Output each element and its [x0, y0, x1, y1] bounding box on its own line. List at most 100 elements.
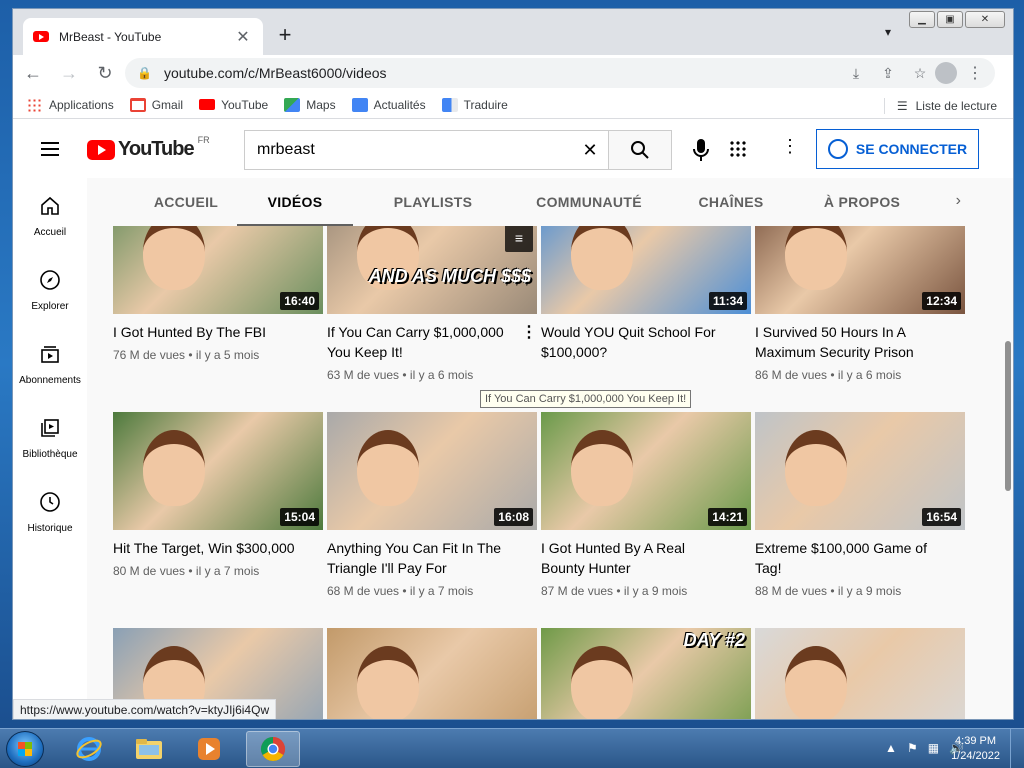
video-thumbnail[interactable]: 16:08 — [327, 412, 537, 530]
apps-grid-icon — [27, 97, 43, 112]
search-box[interactable]: ✕ — [244, 130, 609, 170]
sidebar-item-abonnements[interactable]: Abonnements — [13, 326, 87, 400]
video-card[interactable] — [755, 628, 965, 719]
video-title[interactable]: Hit The Target, Win $300,000 — [113, 538, 323, 558]
sign-in-button[interactable]: SE CONNECTER — [816, 129, 979, 169]
video-title[interactable]: I Survived 50 Hours In A Maximum Securit… — [755, 322, 965, 362]
sidebar-label: Historique — [27, 523, 73, 534]
bookmark-applications[interactable]: Applications — [27, 97, 114, 112]
tab-strip: MrBeast - YouTube ✕ + ▾ ▁ ▣ ✕ — [13, 9, 1013, 55]
scrollbar-thumb[interactable] — [1005, 341, 1011, 491]
show-hidden-icons-icon[interactable]: ▲ — [885, 741, 897, 755]
tab-close-icon[interactable]: ✕ — [233, 27, 253, 47]
minimize-button[interactable]: ▁ — [909, 11, 935, 28]
video-action-menu-icon[interactable]: ⋮ — [521, 322, 537, 342]
video-card[interactable]: 11:34 Would YOU Quit School For $100,000? — [541, 226, 751, 362]
profile-avatar-icon[interactable] — [935, 62, 957, 84]
bookmark-traduire[interactable]: Traduire — [441, 97, 508, 112]
tab-a-propos[interactable]: À PROPOS — [797, 178, 927, 226]
install-app-icon[interactable]: ⤓ — [847, 65, 865, 82]
video-thumbnail[interactable]: 16:54 — [755, 412, 965, 530]
sidebar-item-explorer[interactable]: Explorer — [13, 252, 87, 326]
tab-communaute[interactable]: COMMUNAUTÉ — [509, 178, 669, 226]
library-icon — [41, 419, 59, 437]
reading-list-button[interactable]: ☰ Liste de lecture — [883, 98, 997, 114]
youtube-apps-icon[interactable] — [729, 140, 747, 158]
video-card[interactable]: DAY #2 — [541, 628, 751, 719]
network-icon[interactable]: ▦ — [928, 741, 939, 755]
youtube-logo[interactable]: YouTube FR — [87, 135, 210, 161]
back-arrow-icon[interactable]: ← — [17, 59, 49, 87]
bookmark-star-icon[interactable]: ☆ — [911, 65, 929, 82]
sidebar-item-historique[interactable]: Historique — [13, 474, 87, 548]
video-thumbnail[interactable]: 15:04 — [113, 412, 323, 530]
video-thumbnail[interactable]: 11:34 — [541, 226, 751, 314]
sidebar-item-bibliotheque[interactable]: Bibliothèque — [13, 400, 87, 474]
action-center-flag-icon[interactable]: ⚑ — [907, 741, 918, 755]
video-card[interactable]: AND AS MUCH $$$◷≡ If You Can Carry $1,000… — [327, 226, 537, 382]
taskbar-chrome[interactable] — [246, 731, 300, 767]
video-title[interactable]: I Got Hunted By A Real Bounty Hunter — [541, 538, 751, 578]
voice-search-button[interactable] — [685, 134, 717, 166]
bookmark-label: Maps — [306, 97, 336, 112]
forward-arrow-icon[interactable]: → — [53, 59, 85, 87]
taskbar-internet-explorer[interactable] — [62, 731, 116, 767]
hamburger-menu-icon[interactable] — [41, 142, 59, 156]
chrome-menu-icon[interactable]: ⋮ — [967, 63, 983, 83]
show-desktop-button[interactable] — [1010, 729, 1024, 768]
video-title[interactable]: I Got Hunted By The FBI — [113, 322, 323, 342]
video-thumbnail[interactable]: 16:40 — [113, 226, 323, 314]
video-card[interactable]: 16:54 Extreme $100,000 Game of Tag! 88 M d… — [755, 412, 965, 598]
browser-tab[interactable]: MrBeast - YouTube ✕ — [23, 18, 263, 55]
tab-accueil[interactable]: ACCUEIL — [121, 178, 251, 226]
share-icon[interactable]: ⇪ — [879, 65, 897, 82]
search-button[interactable] — [608, 130, 672, 170]
bookmark-youtube[interactable]: YouTube — [199, 98, 268, 112]
clock[interactable]: 4:39 PM 1/24/2022 — [951, 734, 1000, 764]
bookmarks-bar: Applications Gmail YouTube Maps Actualit… — [13, 91, 1013, 119]
bookmark-actualites[interactable]: Actualités — [351, 97, 426, 112]
video-card[interactable]: DAY #212:34 I Survived 50 Hours In A Maxi… — [755, 226, 965, 382]
sidebar-item-accueil[interactable]: Accueil — [13, 178, 87, 252]
add-to-queue-icon[interactable]: ≡ — [505, 226, 533, 252]
url-text[interactable]: youtube.com/c/MrBeast6000/videos — [164, 65, 847, 81]
taskbar-media-player[interactable] — [182, 731, 236, 767]
reload-icon[interactable]: ↻ — [89, 59, 121, 87]
video-card[interactable]: 16:40 I Got Hunted By The FBI 76 M de vues… — [113, 226, 323, 362]
sign-in-label: SE CONNECTER — [855, 141, 968, 157]
video-title[interactable]: Would YOU Quit School For $100,000? — [541, 322, 751, 362]
address-bar[interactable]: 🔒 youtube.com/c/MrBeast6000/videos ⤓ ⇪ ☆… — [125, 58, 995, 88]
clear-search-icon[interactable]: ✕ — [572, 140, 608, 161]
tab-videos[interactable]: VIDÉOS — [237, 178, 353, 226]
tab-playlists[interactable]: PLAYLISTS — [363, 178, 503, 226]
video-title[interactable]: If You Can Carry $1,000,000 You Keep It! — [327, 322, 537, 362]
youtube-wordmark: YouTube — [118, 138, 195, 160]
thumbnail-figure — [785, 430, 847, 506]
page-scrollbar[interactable] — [1003, 226, 1013, 719]
video-thumbnail[interactable]: DAY #2 — [541, 628, 751, 719]
search-input[interactable] — [257, 141, 572, 159]
bookmark-maps[interactable]: Maps — [284, 97, 336, 112]
settings-more-icon[interactable]: ⋮ — [781, 136, 799, 157]
start-button[interactable] — [6, 731, 44, 767]
bookmark-gmail[interactable]: Gmail — [129, 97, 183, 112]
video-thumbnail[interactable]: 14:21 — [541, 412, 751, 530]
video-thumbnail[interactable]: DAY #212:34 — [755, 226, 965, 314]
video-card[interactable]: 14:21 I Got Hunted By A Real Bounty Hunte… — [541, 412, 751, 598]
video-card[interactable]: 16:08 Anything You Can Fit In The Triangl… — [327, 412, 537, 598]
tab-chaines[interactable]: CHAÎNES — [671, 178, 791, 226]
video-thumbnail[interactable] — [755, 628, 965, 719]
maximize-button[interactable]: ▣ — [937, 11, 963, 28]
video-thumbnail[interactable]: AND AS MUCH $$$◷≡ — [327, 226, 537, 314]
video-title[interactable]: Anything You Can Fit In The Triangle I'l… — [327, 538, 537, 578]
new-tab-button[interactable]: + — [273, 23, 297, 47]
close-window-button[interactable]: ✕ — [965, 11, 1005, 28]
video-card[interactable]: 15:04 Hit The Target, Win $300,000 80 M de… — [113, 412, 323, 578]
taskbar-explorer[interactable] — [122, 731, 176, 767]
video-thumbnail[interactable] — [327, 628, 537, 719]
video-card[interactable] — [327, 628, 537, 719]
video-title[interactable]: Extreme $100,000 Game of Tag! — [755, 538, 965, 578]
lock-icon[interactable]: 🔒 — [137, 66, 152, 80]
chevron-right-icon[interactable]: › — [956, 192, 961, 210]
tab-search-chevron-icon[interactable]: ▾ — [885, 25, 891, 39]
